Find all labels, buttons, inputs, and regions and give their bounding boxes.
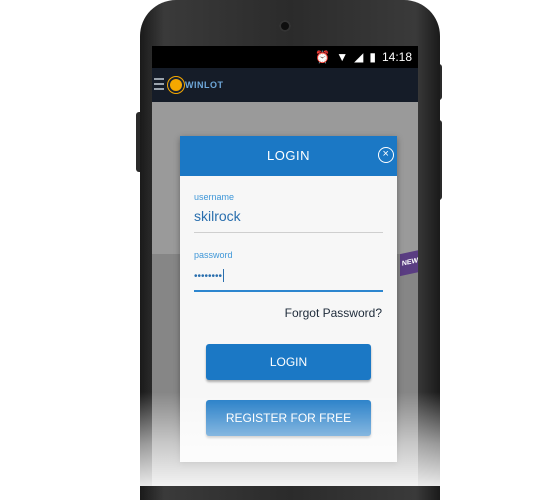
new-ribbon: NEW xyxy=(400,249,418,277)
password-label: password xyxy=(194,250,233,260)
register-button[interactable]: REGISTER FOR FREE xyxy=(206,400,371,436)
wifi-icon: ▼ xyxy=(336,50,349,64)
password-input[interactable]: •••••••• xyxy=(194,266,383,284)
username-underline xyxy=(194,232,383,233)
close-icon[interactable]: × xyxy=(378,147,394,163)
front-camera-icon xyxy=(279,20,291,32)
username-label: username xyxy=(194,192,235,202)
username-field[interactable]: username skilrock xyxy=(194,192,383,233)
sun-logo-icon xyxy=(170,79,182,91)
app-bar: WINLOT xyxy=(152,68,418,102)
login-dialog: LOGIN × username skilrock password •••••… xyxy=(180,136,397,462)
battery-icon: ▮ xyxy=(369,50,376,64)
logo-text: WINLOT xyxy=(185,80,224,90)
password-underline xyxy=(194,290,383,292)
menu-icon[interactable] xyxy=(154,78,164,90)
login-button[interactable]: LOGIN xyxy=(206,344,371,380)
dialog-header: LOGIN × xyxy=(180,136,397,176)
alarm-icon: ⏰ xyxy=(315,50,331,64)
dialog-title: LOGIN xyxy=(267,148,310,163)
status-bar: ⏰ ▼ ◢ ▮ 14:18 xyxy=(152,46,418,68)
text-caret xyxy=(223,268,225,282)
username-input[interactable]: skilrock xyxy=(194,208,383,226)
app-logo: WINLOT xyxy=(170,74,224,96)
status-time: 14:18 xyxy=(381,50,412,64)
forgot-password-link[interactable]: Forgot Password? xyxy=(285,306,382,320)
password-field[interactable]: password •••••••• xyxy=(194,250,383,292)
password-dots: •••••••• xyxy=(194,271,223,282)
signal-icon: ◢ xyxy=(354,50,364,64)
